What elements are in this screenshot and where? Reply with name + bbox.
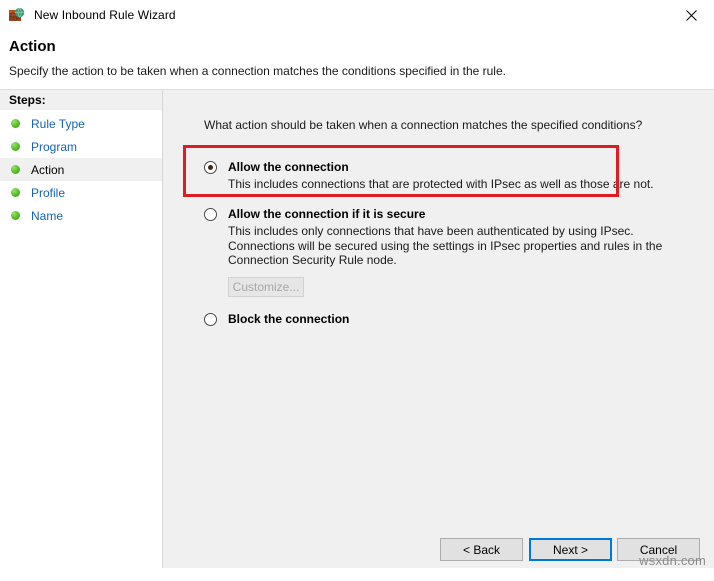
option-title: Allow the connection — [228, 160, 349, 174]
wizard-footer: < Back Next > Cancel — [163, 438, 714, 568]
radio-block-the-connection[interactable] — [204, 313, 217, 326]
sidebar-item-label: Name — [31, 208, 64, 223]
steps-heading: Steps: — [0, 90, 162, 110]
step-bullet-icon — [11, 211, 20, 220]
option-allow-the-connection[interactable]: Allow the connection This includes conne… — [204, 160, 658, 192]
action-question: What action should be taken when a conne… — [204, 118, 643, 132]
sidebar-item-label: Program — [31, 139, 78, 154]
page-header: Action Specify the action to be taken wh… — [0, 30, 714, 90]
sidebar-item-program[interactable]: Program — [0, 135, 162, 158]
option-title: Allow the connection if it is secure — [228, 207, 426, 221]
sidebar-item-label: Action — [31, 162, 65, 177]
radio-allow-if-secure[interactable] — [204, 208, 217, 221]
sidebar-item-rule-type[interactable]: Rule Type — [0, 112, 162, 135]
window-title: New Inbound Rule Wizard — [34, 8, 176, 22]
sidebar-item-name[interactable]: Name — [0, 204, 162, 227]
sidebar-item-label: Rule Type — [31, 116, 85, 131]
page-title: Action — [9, 38, 56, 55]
radio-allow-the-connection[interactable] — [204, 161, 217, 174]
step-bullet-icon — [11, 165, 20, 174]
firewall-icon — [9, 7, 25, 23]
step-bullet-icon — [11, 119, 20, 128]
window-bottom-edge — [0, 568, 714, 581]
option-allow-if-secure[interactable]: Allow the connection if it is secure Thi… — [204, 207, 666, 297]
steps-sidebar: Steps: Rule Type Program Action Profile — [0, 90, 163, 568]
steps-heading-label: Steps: — [9, 93, 46, 107]
step-bullet-icon — [11, 142, 20, 151]
watermark: wsxdn.com — [639, 553, 706, 568]
option-header: Allow the connection if it is secure — [204, 207, 666, 221]
close-icon[interactable] — [668, 0, 714, 30]
next-button[interactable]: Next > — [529, 538, 612, 561]
customize-button: Customize... — [228, 276, 304, 297]
steps-list: Rule Type Program Action Profile Name — [0, 112, 162, 227]
step-bullet-icon — [11, 188, 20, 197]
option-header: Block the connection — [204, 312, 349, 326]
option-header: Allow the connection — [204, 160, 658, 174]
option-description: This includes connections that are prote… — [228, 177, 654, 191]
sidebar-item-label: Profile — [31, 185, 66, 200]
option-block-the-connection[interactable]: Block the connection — [204, 312, 349, 326]
option-description: This includes only connections that have… — [228, 224, 663, 267]
new-inbound-rule-wizard-window: New Inbound Rule Wizard Action Specify t… — [0, 0, 714, 581]
back-button[interactable]: < Back — [440, 538, 523, 561]
title-bar: New Inbound Rule Wizard — [0, 0, 714, 30]
sidebar-item-action[interactable]: Action — [0, 158, 162, 181]
page-subtitle: Specify the action to be taken when a co… — [9, 64, 506, 78]
option-title: Block the connection — [228, 312, 350, 326]
sidebar-item-profile[interactable]: Profile — [0, 181, 162, 204]
